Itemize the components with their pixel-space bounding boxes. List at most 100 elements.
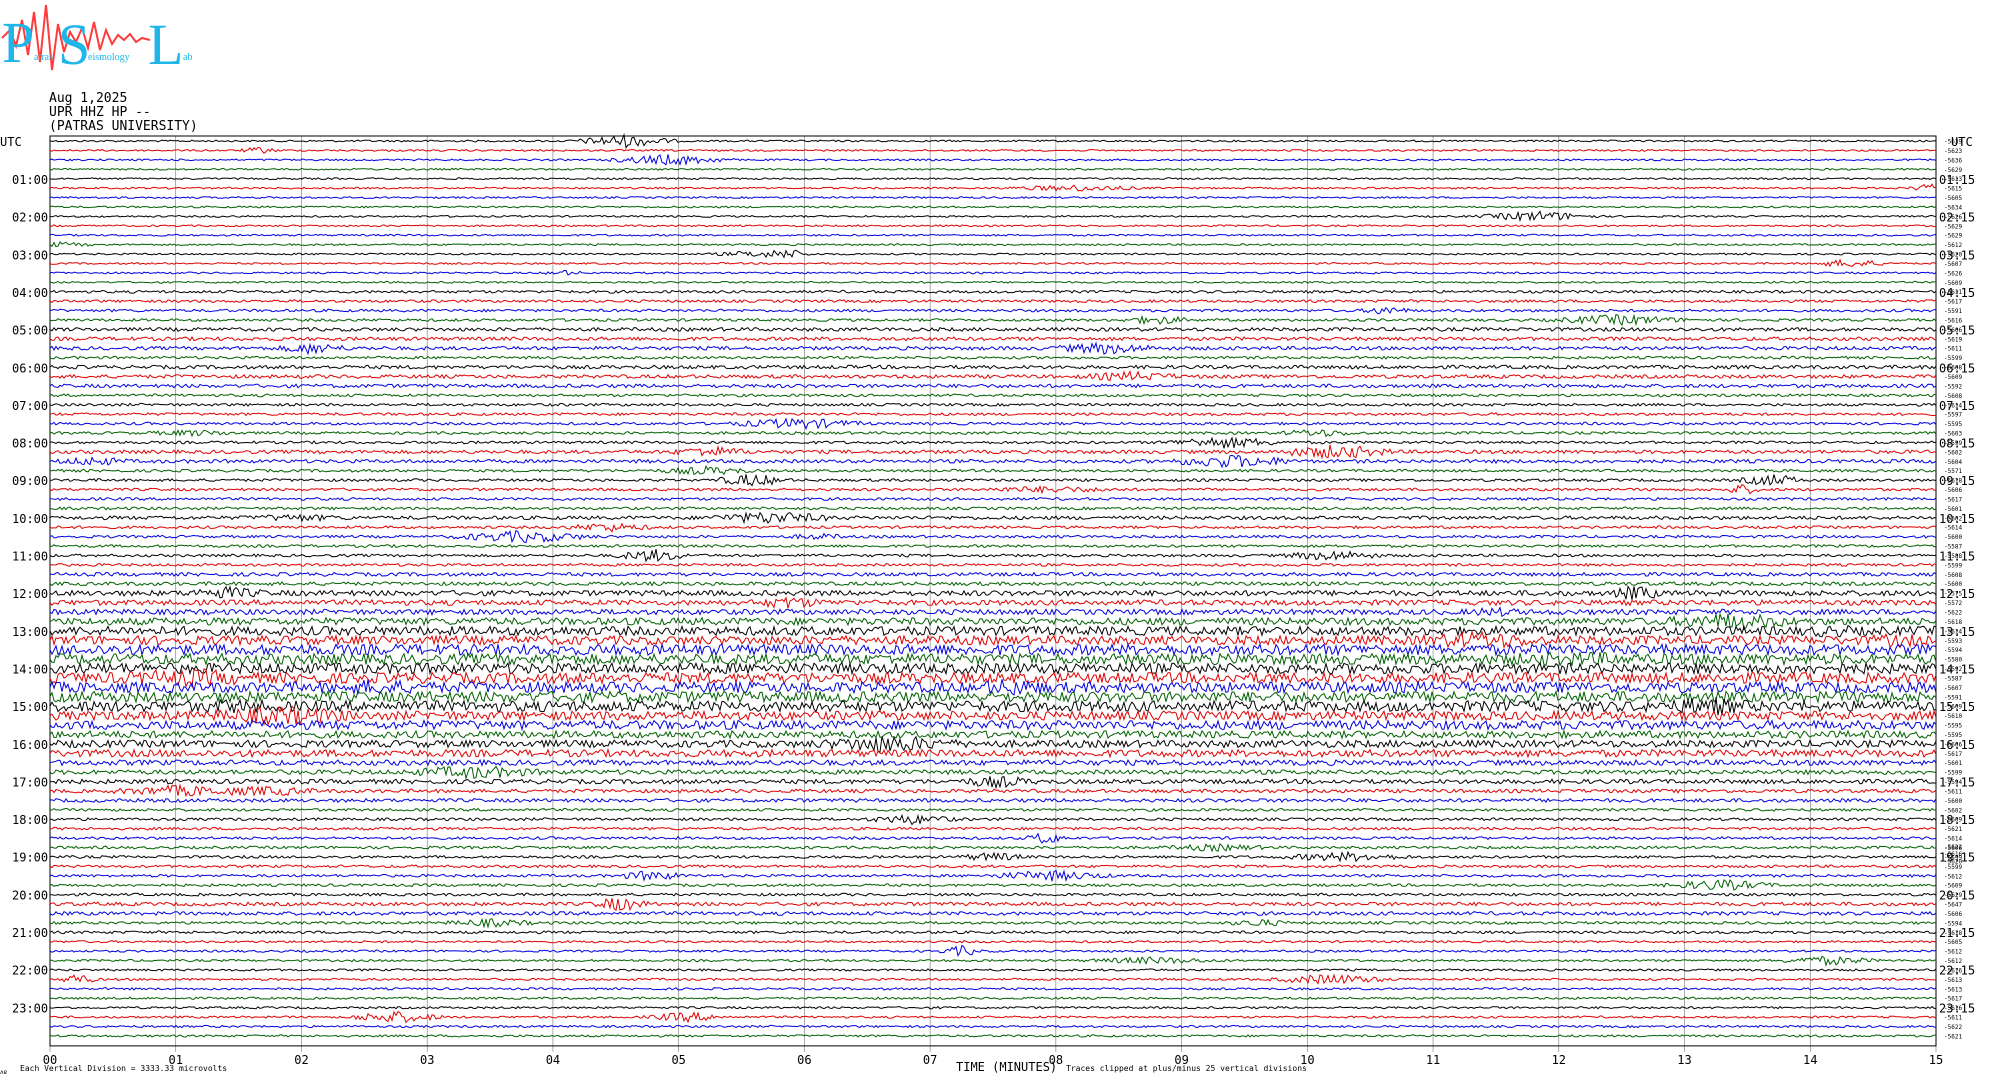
- hour-label-right: 02:15: [1939, 211, 1975, 225]
- seismic-trace: [49, 968, 1937, 972]
- seismic-trace: [49, 511, 1937, 525]
- seismogram-page: P S L atras eismology ab Aug 1,2025 UPR …: [0, 0, 2010, 1080]
- trace-offset-label: -5612: [1944, 949, 1962, 956]
- seismic-trace: [49, 987, 1937, 991]
- seismic-trace: [49, 930, 1937, 935]
- trace-offset-label: -5587: [1944, 675, 1962, 682]
- trace-offset-label: -5605: [1944, 939, 1962, 946]
- hour-label-right: 04:15: [1939, 286, 1975, 300]
- trace-offset-label: -5622: [1944, 610, 1962, 617]
- seismic-trace: [49, 417, 1937, 431]
- hour-label-right: 11:15: [1939, 550, 1975, 564]
- seismic-trace: [50, 464, 1937, 476]
- seismic-trace: [49, 973, 1936, 985]
- trace-offset-label: -5647: [1944, 902, 1962, 909]
- hour-label-right: 17:15: [1939, 775, 1975, 789]
- trace-offset-label: -5629: [1944, 233, 1962, 240]
- helicorder-plot: 00 01 02 03 04 05 06 07 08 09 10 11 12 13 14 15-5639-56…: [0, 132, 1975, 1076]
- x-tick-label: 11: [1426, 1053, 1440, 1067]
- hour-label-left: 03:00: [12, 248, 48, 262]
- hour-label-right: 18:15: [1939, 813, 1975, 827]
- trace-layer: [49, 132, 1937, 1038]
- seismic-trace: [49, 996, 1937, 1001]
- seismic-trace: [49, 1034, 1937, 1038]
- hour-label-right: 12:15: [1939, 587, 1975, 601]
- seismic-trace: [49, 429, 1937, 438]
- seismic-trace: [49, 258, 1937, 268]
- seismic-trace: [49, 735, 1937, 753]
- hour-label-left: 12:00: [12, 587, 48, 601]
- trace-offset-label: -5611: [1944, 1015, 1962, 1022]
- seismic-trace: [49, 897, 1937, 912]
- trace-offset-label: -5636: [1944, 157, 1962, 164]
- seismic-trace: [49, 729, 1937, 740]
- seismic-trace: [49, 313, 1937, 327]
- x-tick-label: 04: [546, 1053, 560, 1067]
- seismic-trace: [49, 355, 1937, 360]
- trace-offset-label: -5613: [1944, 986, 1962, 993]
- seismic-trace: [49, 797, 1937, 804]
- seismic-trace: [49, 765, 1937, 781]
- hour-label-left: 23:00: [12, 1001, 48, 1015]
- hour-label-left: 10:00: [12, 512, 48, 526]
- seismic-trace: [49, 549, 1937, 563]
- seismic-trace: [49, 364, 1937, 370]
- seismic-trace: [49, 177, 1937, 181]
- seismic-trace: [49, 864, 1937, 869]
- seismic-trace: [49, 747, 1937, 759]
- seismic-trace: [49, 393, 1937, 398]
- seismic-trace: [49, 807, 1937, 812]
- seismic-trace: [49, 383, 1937, 389]
- seismic-trace: [49, 233, 1937, 237]
- hour-label-left: 06:00: [12, 361, 48, 375]
- hour-label-right: 19:15: [1939, 851, 1975, 865]
- seismic-trace: [49, 543, 1937, 549]
- trace-offset-label: -5608: [1944, 572, 1962, 579]
- hour-label-left: 01:00: [12, 173, 48, 187]
- hour-label-right: 03:15: [1939, 248, 1975, 262]
- utc-label-right: UTC: [1951, 135, 1973, 149]
- x-tick-label: 02: [294, 1053, 308, 1067]
- trace-offset-label: -5594: [1944, 647, 1962, 654]
- trace-offset-label: -5622: [1944, 1024, 1962, 1031]
- trace-offset-label: -5605: [1944, 195, 1962, 202]
- hour-label-right: 21:15: [1939, 926, 1975, 940]
- seismic-trace: [49, 624, 1937, 638]
- seismic-trace: [49, 205, 1937, 209]
- x-tick-label: 03: [420, 1053, 434, 1067]
- hour-label-right: 23:15: [1939, 1001, 1975, 1015]
- seismic-trace: [49, 146, 1937, 154]
- seismic-trace: [49, 496, 1937, 502]
- seismic-trace: [49, 412, 1937, 417]
- hour-label-left: 13:00: [12, 625, 48, 639]
- seismic-trace: [49, 1024, 1937, 1029]
- seismic-trace: [49, 661, 1937, 676]
- seismic-trace: [49, 910, 1937, 917]
- seismic-trace: [49, 474, 1937, 487]
- hour-label-right: 01:15: [1939, 173, 1975, 187]
- seismic-trace: [49, 758, 1937, 767]
- x-tick-label: 06: [797, 1053, 811, 1067]
- trace-offset-label: -5621: [1944, 826, 1962, 833]
- seismic-trace: [49, 955, 1937, 967]
- seismic-trace: [49, 183, 1937, 192]
- hour-label-left: 22:00: [12, 964, 48, 978]
- seismic-trace: [49, 892, 1937, 897]
- seismic-trace: [49, 850, 1937, 863]
- seismic-trace: [49, 826, 1937, 831]
- hour-label-right: 08:15: [1939, 437, 1975, 451]
- trace-offset-label: -5600: [1944, 798, 1962, 805]
- trace-offset-label: -5592: [1944, 383, 1962, 390]
- seismic-trace: [49, 341, 1937, 356]
- seismic-trace: [49, 775, 1937, 790]
- trace-offset-label: -5611: [1944, 788, 1962, 795]
- trace-offset-label: -5614: [1944, 836, 1962, 843]
- seismic-trace: [49, 402, 1937, 407]
- seismic-trace: [49, 1010, 1937, 1024]
- x-tick-label: 12: [1552, 1053, 1566, 1067]
- seismic-trace: [49, 869, 1937, 882]
- hour-label-right: 09:15: [1939, 474, 1975, 488]
- hour-label-left: 05:00: [12, 324, 48, 338]
- hour-label-left: 14:00: [12, 662, 48, 676]
- seismic-trace: [49, 249, 1937, 259]
